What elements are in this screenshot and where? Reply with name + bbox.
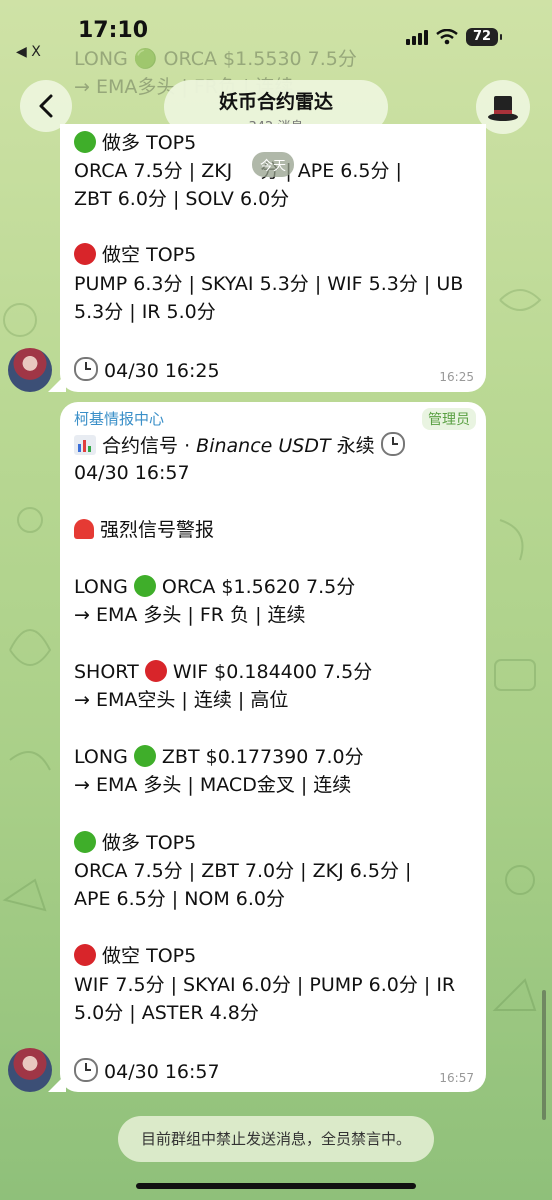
short-line: WIF 7.5分 | SKYAI 6.0分 | PUMP 6.0分 | IR [74, 974, 456, 996]
chat-name: 妖币合约雷达 [218, 91, 333, 113]
signal-row: LONG ZBT $0.177390 7.0分 [74, 744, 364, 770]
signal-direction: SHORT [74, 661, 139, 683]
short-heading-text: 做空 TOP5 [102, 244, 197, 266]
bar-chart-icon [74, 435, 96, 455]
signal-row: SHORT WIF $0.184400 7.5分 [74, 659, 372, 685]
red-circle-icon [144, 660, 167, 682]
long-heading: 做多 TOP5 [74, 130, 196, 156]
clock-icon [74, 1058, 98, 1082]
signal-exchange: Binance USDT [196, 435, 331, 457]
red-circle-icon [74, 944, 96, 966]
alert-line: 强烈信号警报 [74, 517, 214, 543]
green-circle-icon [74, 831, 96, 853]
long-line: ORCA 7.5分 | ZBT 7.0分 | ZKJ 6.5分 | [74, 860, 412, 882]
timestamp-text: 04/30 16:57 [104, 1061, 220, 1083]
timestamp-line: 04/30 16:25 [74, 357, 220, 384]
message-bubble[interactable]: 柯基情报中心 管理员 合约信号 · Binance USDT 永续 04/30 … [60, 402, 486, 1092]
long-heading-text: 做多 TOP5 [102, 832, 197, 854]
red-circle-icon [74, 243, 96, 265]
clock-icon [74, 357, 98, 381]
message-time: 16:57 [439, 1071, 474, 1085]
timestamp-line: 04/30 16:57 [74, 1058, 220, 1085]
long-heading: 做多 TOP5 [74, 830, 196, 856]
signal-detail: ORCA $1.5620 7.5分 [161, 576, 356, 598]
signal-reason: → EMA空头 | 连续 | 高位 [74, 689, 289, 711]
timestamp-text: 04/30 16:25 [104, 360, 220, 382]
signal-reason: → EMA 多头 | MACD金叉 | 连续 [74, 774, 352, 796]
short-line: 5.0分 | ASTER 4.8分 [74, 1002, 259, 1024]
signal-market: 永续 [330, 435, 375, 457]
sender-avatar[interactable] [8, 348, 52, 392]
long-line: APE 6.5分 | NOM 6.0分 [74, 888, 286, 910]
green-circle-icon [133, 745, 156, 767]
clock-icon [380, 432, 405, 456]
chevron-left-icon [39, 94, 53, 118]
alert-text: 强烈信号警报 [100, 519, 215, 541]
admin-badge: 管理员 [422, 408, 476, 430]
green-circle-icon [74, 131, 96, 153]
signal-title: 合约信号 · Binance USDT 永续 [74, 432, 405, 459]
sender-avatar[interactable] [8, 1048, 52, 1092]
signal-detail: ZBT $0.177390 7.0分 [161, 746, 364, 768]
green-circle-icon [133, 575, 156, 597]
message-time: 16:25 [439, 370, 474, 384]
short-heading: 做空 TOP5 [74, 943, 196, 969]
long-line-part: ORCA 7.5分 | ZKJ [74, 160, 233, 182]
long-heading-text: 做多 TOP5 [102, 132, 197, 154]
long-line: ZBT 6.0分 | SOLV 6.0分 [74, 188, 290, 210]
short-line: PUMP 6.3分 | SKYAI 5.3分 | WIF 5.3分 | UB [74, 273, 464, 295]
signal-reason: → EMA 多头 | FR 负 | 连续 [74, 604, 306, 626]
signal-title-text: 合约信号 · [102, 435, 197, 457]
ghost-line: LONG 🟢 ORCA $1.5530 7.5分 [74, 48, 357, 70]
scrollbar[interactable] [542, 990, 546, 1120]
signal-row: LONG ORCA $1.5620 7.5分 [74, 574, 355, 600]
signal-direction: LONG [74, 746, 128, 768]
short-heading-text: 做空 TOP5 [102, 945, 197, 967]
return-to-app-button[interactable]: ◀ X [16, 44, 41, 60]
siren-icon [74, 519, 94, 539]
short-heading: 做空 TOP5 [74, 242, 196, 268]
long-line: ORCA 7.5分 | ZKJ 分 | APE 6.5分 | [74, 158, 402, 184]
muted-notice: 目前群组中禁止发送消息，全员禁言中。 [118, 1116, 434, 1162]
sender-name[interactable]: 柯基情报中心 [74, 408, 164, 429]
signal-date: 04/30 16:57 [74, 462, 190, 484]
signal-detail: WIF $0.184400 7.5分 [172, 661, 373, 683]
short-line: 5.3分 | IR 5.0分 [74, 301, 216, 323]
date-badge: 今天 [252, 152, 295, 177]
signal-direction: LONG [74, 576, 128, 598]
top-hat-icon [488, 96, 518, 121]
home-indicator[interactable] [136, 1183, 416, 1189]
